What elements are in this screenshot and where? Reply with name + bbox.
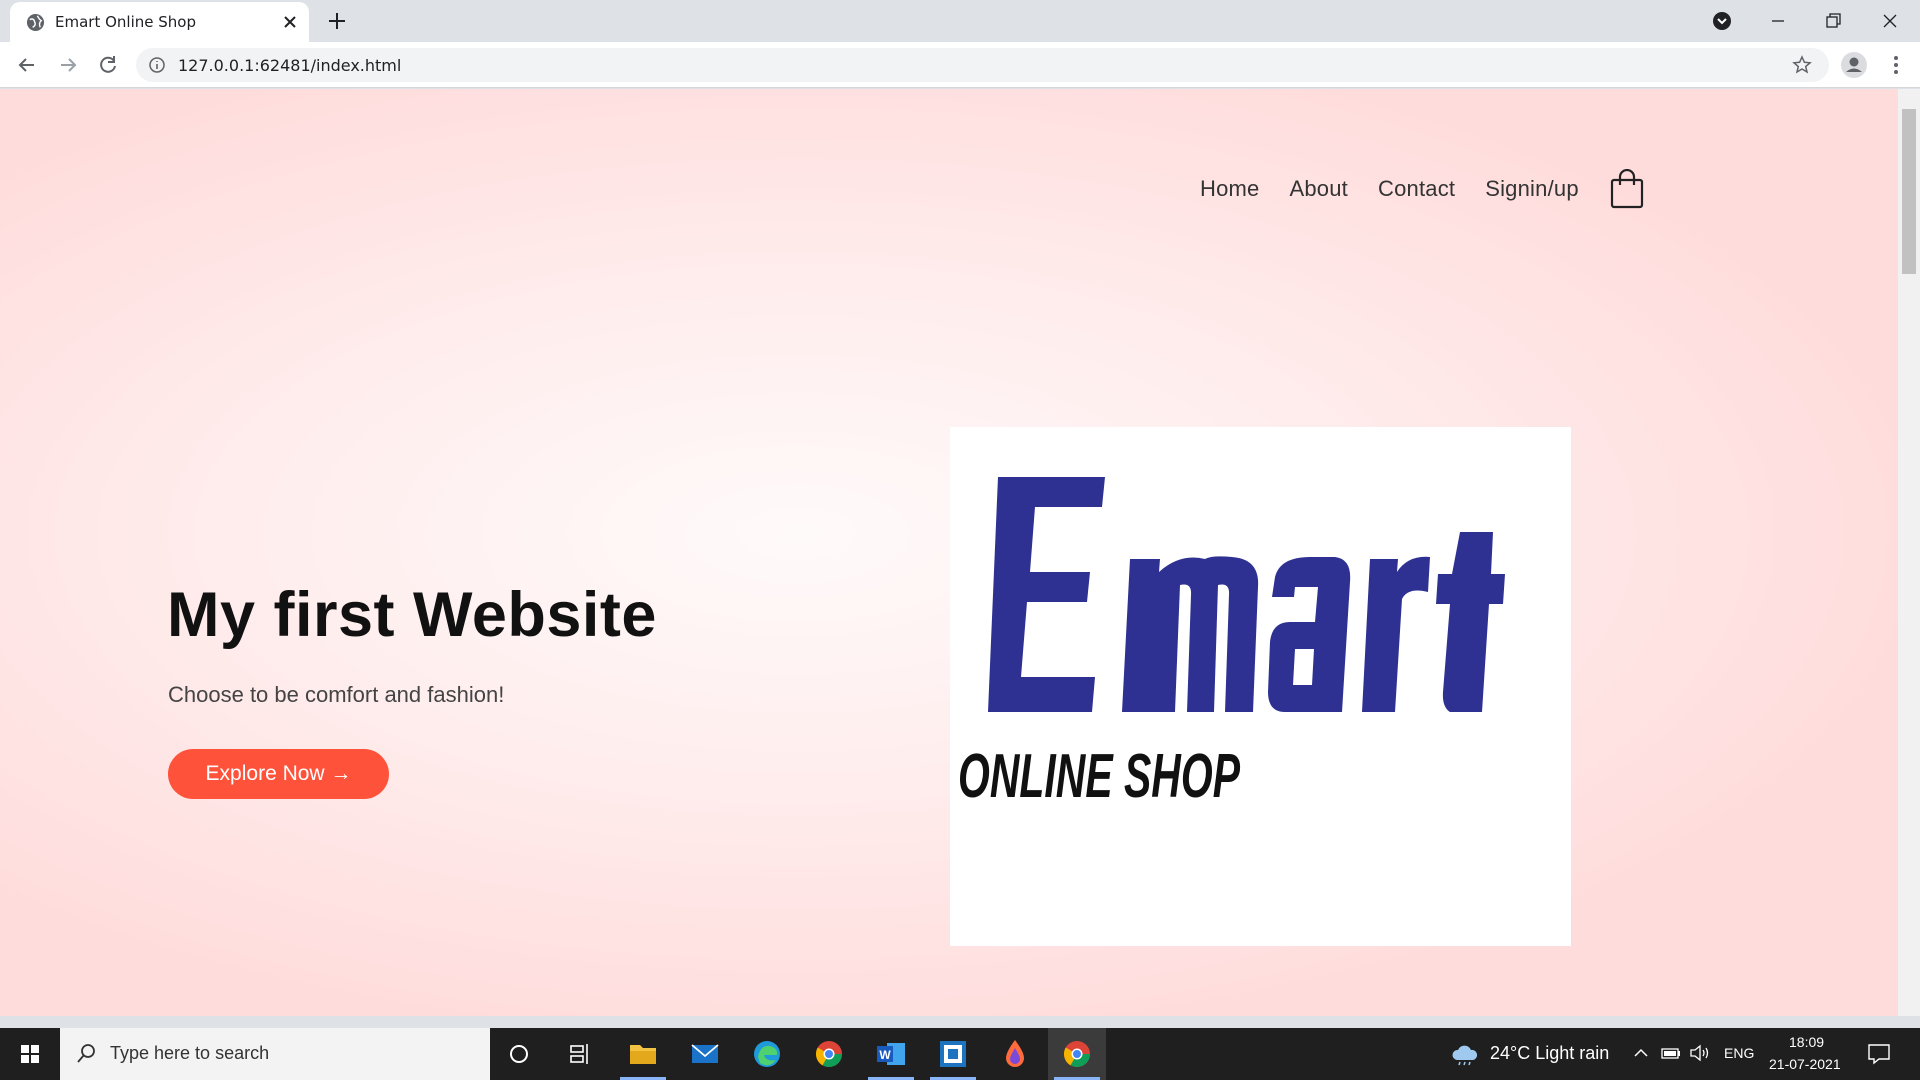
hero-title: My first Website — [167, 580, 657, 650]
windows-taskbar: Type here to search W 24°C Light rain EN… — [0, 1028, 1920, 1080]
app-icon — [940, 1041, 966, 1067]
tab-title: Emart Online Shop — [55, 13, 196, 31]
menu-dots-icon[interactable] — [1883, 52, 1909, 78]
emart-logo: ONLINE SHOP — [950, 427, 1571, 946]
task-view-icon[interactable] — [551, 1028, 609, 1080]
address-bar[interactable]: 127.0.0.1:62481/index.html — [136, 48, 1829, 82]
code-app[interactable] — [924, 1028, 982, 1080]
logo-tagline: ONLINE SHOP — [958, 742, 1240, 811]
chrome-active-icon — [1063, 1041, 1091, 1068]
page-viewport: Home About Contact Signin/up My first We… — [0, 89, 1898, 1016]
chrome-active-app[interactable] — [1048, 1028, 1106, 1080]
weather-text[interactable]: 24°C Light rain — [1490, 1043, 1609, 1064]
nav-home[interactable]: Home — [1200, 176, 1260, 202]
minimize-icon[interactable] — [1763, 6, 1793, 36]
file-explorer-icon — [630, 1045, 656, 1064]
word-icon: W — [877, 1043, 905, 1065]
battery-icon[interactable] — [1660, 1044, 1682, 1062]
close-window-icon[interactable] — [1875, 6, 1905, 36]
nav-signin[interactable]: Signin/up — [1485, 176, 1579, 202]
chevron-up-icon[interactable] — [1632, 1044, 1650, 1062]
mail-icon[interactable] — [676, 1028, 734, 1080]
profile-avatar-icon[interactable] — [1840, 51, 1868, 79]
globe-icon — [26, 13, 45, 32]
explore-now-button[interactable]: Explore Now → — [168, 749, 389, 799]
hero-subtitle: Choose to be comfort and fashion! — [168, 682, 505, 707]
language-indicator[interactable]: ENG — [1724, 1045, 1754, 1061]
volume-icon[interactable] — [1688, 1043, 1712, 1063]
notification-icon[interactable] — [1866, 1042, 1892, 1066]
reload-icon[interactable] — [95, 52, 121, 78]
new-tab-icon[interactable] — [325, 9, 349, 33]
bookmark-star-icon[interactable] — [1792, 55, 1812, 75]
search-icon — [77, 1044, 95, 1063]
browser-tab[interactable]: Emart Online Shop — [10, 2, 309, 42]
close-tab-icon[interactable] — [280, 12, 300, 32]
clock-date[interactable]: 21-07-2021 — [1769, 1056, 1841, 1072]
back-icon[interactable] — [14, 52, 40, 78]
forward-icon[interactable] — [55, 52, 81, 78]
windows-start-icon[interactable] — [0, 1028, 60, 1080]
edge-icon[interactable] — [738, 1028, 796, 1080]
info-icon[interactable] — [148, 56, 166, 74]
paint-icon[interactable] — [986, 1028, 1044, 1080]
site-nav: Home About Contact Signin/up — [1200, 169, 1645, 209]
chrome-icon[interactable] — [800, 1028, 858, 1080]
browser-toolbar: 127.0.0.1:62481/index.html — [0, 42, 1920, 88]
restore-icon[interactable] — [1818, 6, 1848, 36]
tab-strip: Emart Online Shop — [0, 0, 1920, 42]
scroll-thumb[interactable] — [1902, 109, 1916, 274]
file-explorer-app[interactable] — [614, 1028, 672, 1080]
search-placeholder: Type here to search — [110, 1043, 270, 1063]
nav-contact[interactable]: Contact — [1378, 176, 1455, 202]
nav-about[interactable]: About — [1290, 176, 1349, 202]
tab-search-icon[interactable] — [1707, 6, 1737, 36]
url-text[interactable]: 127.0.0.1:62481/index.html — [178, 56, 401, 75]
shopping-bag-icon[interactable] — [1609, 169, 1645, 209]
clock-time[interactable]: 18:09 — [1789, 1034, 1824, 1050]
svg-text:W: W — [879, 1048, 891, 1062]
taskbar-search[interactable]: Type here to search — [60, 1028, 490, 1080]
cortana-icon[interactable] — [490, 1028, 548, 1080]
weather-cloud-icon[interactable] — [1450, 1042, 1480, 1066]
emart-logo-graphic: ONLINE SHOP — [958, 477, 1505, 811]
word-app[interactable]: W — [862, 1028, 920, 1080]
page-scrollbar[interactable] — [1898, 89, 1920, 1016]
